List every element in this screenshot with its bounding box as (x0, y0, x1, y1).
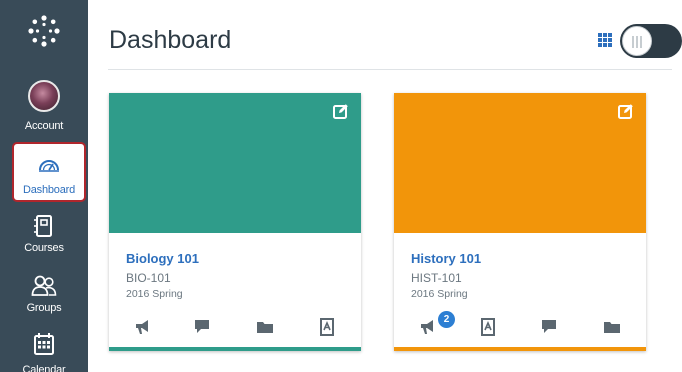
calendar-icon (34, 333, 54, 355)
card-accent-bar (109, 347, 361, 351)
announcements-icon[interactable] (418, 317, 438, 337)
nav-item-label: Courses (24, 242, 64, 254)
nav-item-courses[interactable]: Courses (0, 212, 88, 272)
course-title-link[interactable]: History 101 (411, 251, 481, 266)
nav-item-groups[interactable]: Groups (0, 272, 88, 332)
nav-item-calendar[interactable]: Calendar (0, 330, 88, 372)
course-card-biology[interactable]: Biology 101 BIO-101 2016 Spring (109, 93, 361, 351)
dashboard-header: Dashboard (88, 0, 682, 70)
files-icon[interactable] (602, 317, 622, 337)
toggle-knob (622, 26, 652, 56)
card-accent-bar (394, 347, 646, 351)
card-action-bar (109, 317, 361, 343)
course-card-hero[interactable] (394, 93, 646, 233)
discussions-icon[interactable] (540, 317, 560, 337)
nav-item-label: Calendar (22, 364, 66, 372)
course-card-history[interactable]: History 101 HIST-101 2016 Spring 2 (394, 93, 646, 351)
canvas-logo-icon[interactable] (27, 14, 61, 48)
course-card-hero[interactable] (109, 93, 361, 233)
avatar (28, 80, 60, 112)
global-nav: Account Dashboard Courses Groups Calenda… (0, 0, 88, 372)
nav-item-dashboard[interactable]: Dashboard (12, 142, 86, 202)
dashboard-icon (39, 160, 59, 172)
assignments-icon[interactable] (478, 317, 498, 337)
view-toggle[interactable] (620, 24, 682, 58)
announcements-icon[interactable] (133, 317, 153, 337)
nav-item-label: Groups (26, 302, 62, 314)
course-code: BIO-101 (126, 271, 171, 285)
course-term: 2016 Spring (411, 288, 468, 300)
page-title: Dashboard (109, 26, 232, 54)
edit-icon[interactable] (333, 103, 349, 119)
course-title-link[interactable]: Biology 101 (126, 251, 199, 266)
nav-item-label: Account (24, 120, 64, 132)
nav-item-account[interactable]: Account (0, 78, 88, 138)
course-term: 2016 Spring (126, 288, 183, 300)
edit-icon[interactable] (618, 103, 634, 119)
grid-icon[interactable] (598, 33, 612, 47)
discussions-icon[interactable] (193, 317, 213, 337)
courses-icon (34, 215, 52, 237)
header-divider (108, 69, 672, 70)
assignments-icon[interactable] (317, 317, 337, 337)
files-icon[interactable] (255, 317, 275, 337)
groups-icon (31, 275, 57, 296)
canvas-lms-app: Account Dashboard Courses Groups Calenda… (0, 0, 682, 372)
card-action-bar: 2 (394, 311, 646, 343)
course-code: HIST-101 (411, 271, 462, 285)
nav-item-label: Dashboard (22, 184, 75, 196)
unread-count-badge: 2 (438, 311, 455, 328)
